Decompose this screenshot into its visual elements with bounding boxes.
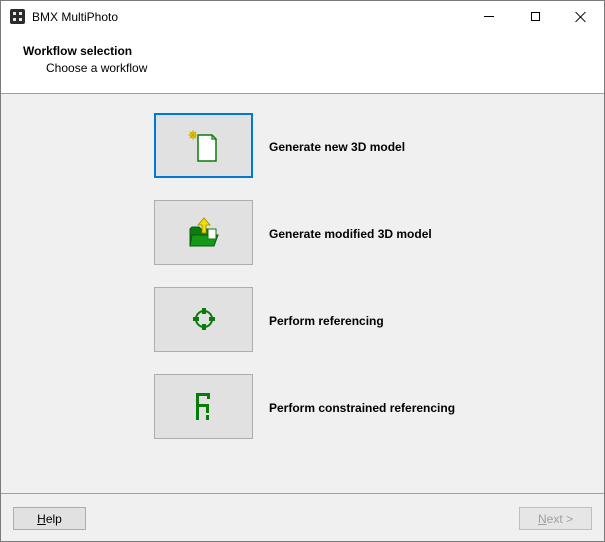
app-window: BMX MultiPhoto Workflow selection Choose… [0,0,605,542]
page-title: Workflow selection [23,44,133,58]
maximize-icon [530,12,540,21]
close-icon [575,11,587,23]
wizard-header: Workflow selection Choose a workflow [1,32,604,94]
option-label-referencing: Perform referencing [269,314,384,328]
page-subtitle: Choose a workflow [46,61,148,75]
next-button-label: Next > [537,511,574,526]
option-label-constrained-referencing: Perform constrained referencing [269,401,456,415]
generate-modified-model-button[interactable] [154,200,253,265]
crosshair-target-icon [193,308,215,330]
perform-referencing-button[interactable] [154,287,253,352]
footer-divider [1,493,604,494]
open-folder-icon [189,217,219,247]
title-bar: BMX MultiPhoto [1,1,604,32]
app-logo-icon [10,9,25,24]
minimize-icon [484,16,494,17]
window-title: BMX MultiPhoto [32,10,119,24]
next-button[interactable]: Next > [519,507,592,530]
maximize-button[interactable] [512,1,558,32]
close-button[interactable] [558,1,604,32]
minimize-button[interactable] [466,1,512,32]
generate-new-model-button[interactable] [154,113,253,178]
constrained-reference-icon [196,393,210,420]
new-document-icon [188,130,217,162]
option-label-modified-model: Generate modified 3D model [269,227,432,241]
help-button-label: Help [37,511,62,526]
perform-constrained-referencing-button[interactable] [154,374,253,439]
option-label-new-model: Generate new 3D model [269,140,406,154]
help-button[interactable]: Help [13,507,86,530]
